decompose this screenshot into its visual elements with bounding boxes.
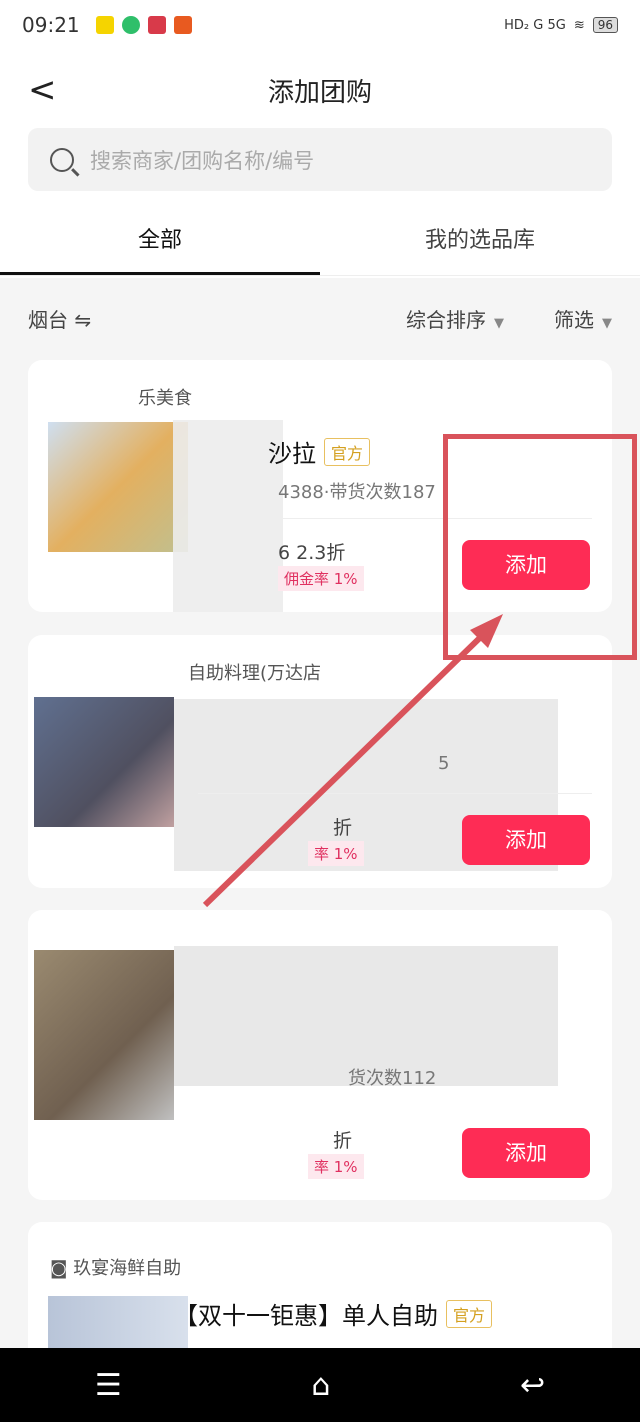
back-nav-button[interactable]: ↩ bbox=[520, 1368, 545, 1403]
home-button[interactable]: ⌂ bbox=[311, 1368, 330, 1403]
system-nav-bar: ☰ ⌂ ↩ bbox=[0, 1348, 640, 1422]
menu-button[interactable]: ☰ bbox=[95, 1368, 122, 1403]
annotation-arrow bbox=[202, 614, 503, 908]
